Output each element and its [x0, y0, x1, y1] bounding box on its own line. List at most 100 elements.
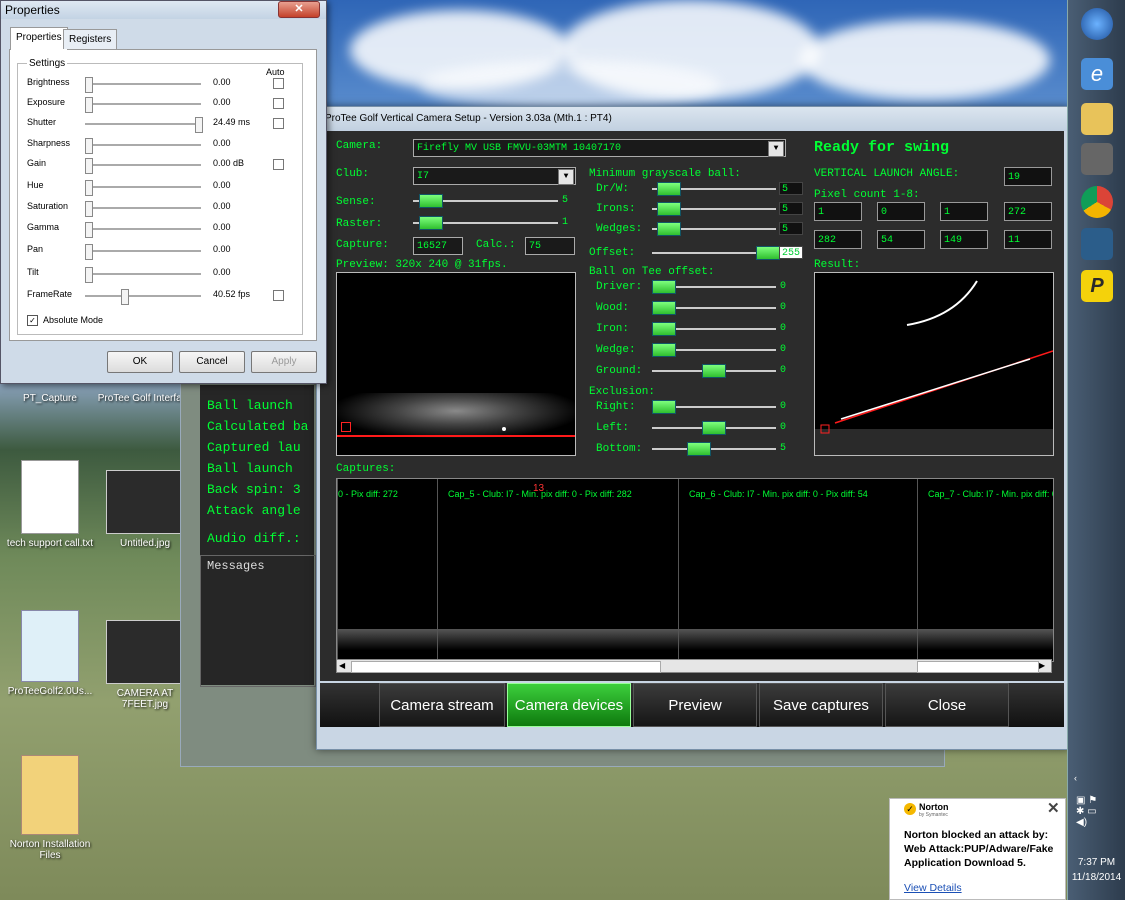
slider-thumb[interactable] — [687, 442, 711, 456]
capture-field: 16527 — [413, 237, 463, 255]
protee-app-icon[interactable]: P — [1081, 270, 1113, 302]
slider-thumb[interactable] — [85, 201, 93, 217]
slider-thumb[interactable] — [85, 267, 93, 283]
capture-thumb[interactable]: Cap_5 - Club: I7 - Min. pix diff: 0 - Pi… — [437, 479, 678, 659]
scrollbar-thumb-2[interactable] — [917, 661, 1039, 673]
adjust-slider[interactable]: 0 — [652, 421, 807, 435]
auto-checkbox[interactable] — [273, 78, 284, 89]
slider-track[interactable] — [85, 250, 201, 253]
auto-checkbox[interactable] — [273, 290, 284, 301]
slider-thumb[interactable] — [756, 246, 780, 260]
file-explorer-icon[interactable] — [1081, 103, 1113, 135]
raster-slider[interactable]: 1 — [413, 216, 573, 230]
tab-properties[interactable]: Properties — [10, 27, 68, 50]
capture-thumb[interactable]: 0 - Pix diff: 272 — [337, 479, 437, 659]
slider-thumb[interactable] — [85, 180, 93, 196]
desktop-icon-tech-support[interactable]: tech support call.txt — [0, 460, 100, 549]
preview-button[interactable]: Preview — [633, 683, 757, 727]
slider-thumb[interactable] — [657, 182, 681, 196]
slider-track[interactable] — [85, 207, 201, 210]
close-button[interactable]: Close — [885, 683, 1009, 727]
close-icon[interactable]: ✕ — [1047, 799, 1060, 817]
offset-slider[interactable]: 255 — [652, 246, 807, 260]
slider-thumb[interactable] — [85, 244, 93, 260]
chrome-icon[interactable] — [1081, 186, 1113, 218]
slider-thumb[interactable] — [652, 322, 676, 336]
property-value: 24.49 ms — [213, 117, 251, 127]
slider-track[interactable] — [85, 228, 201, 231]
absolute-mode-checkbox[interactable]: ✓ — [27, 315, 38, 326]
save-captures-button[interactable]: Save captures — [759, 683, 883, 727]
adjust-slider[interactable]: 5 — [652, 442, 807, 456]
camera-select[interactable]: Firefly MV USB FMVU-03MTM 10407170 ▼ — [413, 139, 786, 157]
camera-devices-button[interactable]: Camera devices — [507, 683, 631, 727]
slider-track[interactable] — [85, 83, 201, 86]
clock-time[interactable]: 7:37 PM — [1068, 857, 1125, 868]
capture-thumb[interactable]: Cap_6 - Club: I7 - Min. pix diff: 0 - Pi… — [678, 479, 917, 659]
scroll-right-icon[interactable]: ▶ — [1039, 661, 1049, 671]
slider-thumb[interactable] — [702, 364, 726, 378]
tray-icons[interactable]: ▣ ⚑ ✱ ▭ ◀) — [1076, 795, 1116, 828]
auto-checkbox[interactable] — [273, 118, 284, 129]
slider-track[interactable] — [85, 164, 201, 167]
sense-slider[interactable]: 5 — [413, 194, 573, 208]
adjust-slider[interactable]: 5 — [652, 222, 807, 236]
slider-thumb[interactable] — [85, 97, 93, 113]
slider-thumb[interactable] — [657, 222, 681, 236]
adjust-slider[interactable]: 0 — [652, 400, 807, 414]
chevron-down-icon[interactable]: ▼ — [558, 169, 574, 185]
slider-thumb[interactable] — [652, 280, 676, 294]
slider-thumb[interactable] — [85, 77, 93, 93]
scrollbar-thumb[interactable] — [351, 661, 661, 673]
apply-button[interactable]: Apply — [251, 351, 317, 373]
capture-thumb[interactable]: Cap_7 - Club: I7 - Min. pix diff: 0 - Pi… — [917, 479, 1053, 659]
camera-stream-button[interactable]: Camera stream — [379, 683, 505, 727]
show-hidden-icons-icon[interactable]: ‹ — [1074, 773, 1077, 783]
slider-track[interactable] — [85, 295, 201, 298]
slider-thumb[interactable] — [195, 117, 203, 133]
cancel-button[interactable]: Cancel — [179, 351, 245, 373]
clock-date[interactable]: 11/18/2014 — [1068, 872, 1125, 883]
slider-thumb[interactable] — [121, 289, 130, 305]
slider-thumb[interactable] — [652, 343, 676, 357]
desktop-icon-norton-files[interactable]: Norton Installation Files — [0, 755, 100, 861]
captures-scrollbar[interactable]: ◀ ▶ — [336, 659, 1052, 673]
chevron-down-icon[interactable]: ▼ — [768, 141, 784, 157]
adjust-slider[interactable]: 5 — [652, 202, 807, 216]
slider-track[interactable] — [85, 273, 201, 276]
adjust-slider[interactable]: 0 — [652, 322, 807, 336]
internet-explorer-icon[interactable]: e — [1081, 58, 1113, 90]
slider-thumb[interactable] — [419, 216, 444, 230]
slider-thumb[interactable] — [652, 301, 676, 315]
close-icon[interactable]: ✕ — [278, 1, 320, 18]
adjust-slider[interactable]: 0 — [652, 364, 807, 378]
auto-checkbox[interactable] — [273, 159, 284, 170]
scroll-left-icon[interactable]: ◀ — [339, 661, 349, 671]
slider-thumb[interactable] — [702, 421, 726, 435]
view-details-link[interactable]: View Details — [904, 882, 962, 894]
slider-track[interactable] — [85, 186, 201, 189]
preview-label: Preview: 320x 240 @ 31fps. — [336, 259, 508, 271]
desktop-icon-pt-capture[interactable]: PT_Capture — [0, 393, 100, 404]
tab-registers[interactable]: Registers — [63, 29, 118, 49]
ok-button[interactable]: OK — [107, 351, 173, 373]
auto-checkbox[interactable] — [273, 98, 284, 109]
slider-track[interactable] — [85, 144, 201, 147]
adjust-slider[interactable]: 0 — [652, 301, 807, 315]
slider-track[interactable] — [85, 123, 201, 126]
adjust-slider[interactable]: 0 — [652, 280, 807, 294]
slider-thumb[interactable] — [85, 138, 93, 154]
slider-thumb[interactable] — [419, 194, 444, 208]
desktop-icon-proteegolf-user[interactable]: ProTeeGolf2.0Us... — [0, 610, 100, 697]
slider-thumb[interactable] — [652, 400, 676, 414]
adjust-slider[interactable]: 0 — [652, 343, 807, 357]
slider-thumb[interactable] — [85, 158, 93, 174]
club-select[interactable]: I7 ▼ — [413, 167, 576, 185]
slider-thumb[interactable] — [85, 222, 93, 238]
slider-track[interactable] — [85, 103, 201, 106]
slider-thumb[interactable] — [657, 202, 681, 216]
gimp-icon[interactable] — [1081, 143, 1113, 175]
adjust-slider[interactable]: 5 — [652, 182, 807, 196]
start-button-icon[interactable] — [1081, 8, 1113, 40]
golf-app-icon[interactable] — [1081, 228, 1113, 260]
